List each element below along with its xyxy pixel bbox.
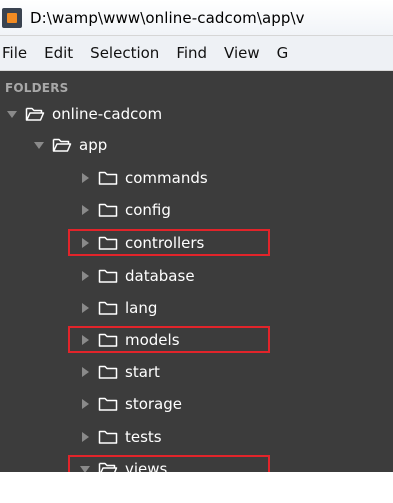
tree-item-label: database [125,267,195,285]
folder-icon [98,300,118,316]
sublime-app-icon [2,7,22,28]
menu-find[interactable]: Find [170,44,218,62]
highlight-box [68,326,270,353]
tree-item-start[interactable]: start [78,359,160,385]
tree-item-label: tests [125,428,162,446]
tree-item-tests[interactable]: tests [78,424,162,450]
folder-open-icon [52,137,72,153]
menu-bar: File Edit Selection Find View G [0,36,393,71]
folders-section-label: FOLDERS [5,81,69,95]
folder-icon [98,268,118,284]
chevron-right-icon[interactable] [78,269,92,283]
folder-icon [98,364,118,380]
chevron-right-icon[interactable] [78,203,92,217]
highlight-box [68,229,270,256]
tree-item-lang[interactable]: lang [78,295,157,321]
menu-edit[interactable]: Edit [38,44,84,62]
menu-view[interactable]: View [218,44,271,62]
chevron-right-icon[interactable] [78,301,92,315]
window-title: D:\wamp\www\online-cadcom\app\v [30,8,305,27]
title-bar: D:\wamp\www\online-cadcom\app\v [0,0,393,36]
menu-selection[interactable]: Selection [84,44,170,62]
tree-item-label: online-cadcom [52,105,163,123]
tree-item-label: lang [125,299,158,317]
chevron-right-icon[interactable] [78,365,92,379]
tree-item-online-cadcom[interactable]: online-cadcom [5,101,162,127]
chevron-down-icon[interactable] [32,138,46,152]
chevron-right-icon[interactable] [78,171,92,185]
tree-item-app[interactable]: app [32,132,107,158]
folder-icon [98,396,118,412]
tree-item-commands[interactable]: commands [78,165,208,191]
tree-item-label: app [79,136,108,154]
tree-item-label: config [125,201,171,219]
tree-item-label: start [125,363,160,381]
chevron-right-icon[interactable] [78,397,92,411]
menu-goto[interactable]: G [271,44,300,62]
chevron-right-icon[interactable] [78,430,92,444]
menu-file[interactable]: File [0,44,38,62]
chevron-down-icon[interactable] [5,107,19,121]
folder-icon [98,170,118,186]
folder-icon [98,202,118,218]
tree-item-database[interactable]: database [78,263,195,289]
folder-open-icon [25,106,45,122]
folder-icon [98,429,118,445]
tree-item-label: storage [125,395,182,413]
tree-item-label: commands [125,169,208,187]
sidebar-folders: FOLDERS online-cadcom app commands config co… [0,71,393,482]
tree-item-config[interactable]: config [78,197,171,223]
tree-item-storage[interactable]: storage [78,391,182,417]
bottom-area [0,472,393,503]
